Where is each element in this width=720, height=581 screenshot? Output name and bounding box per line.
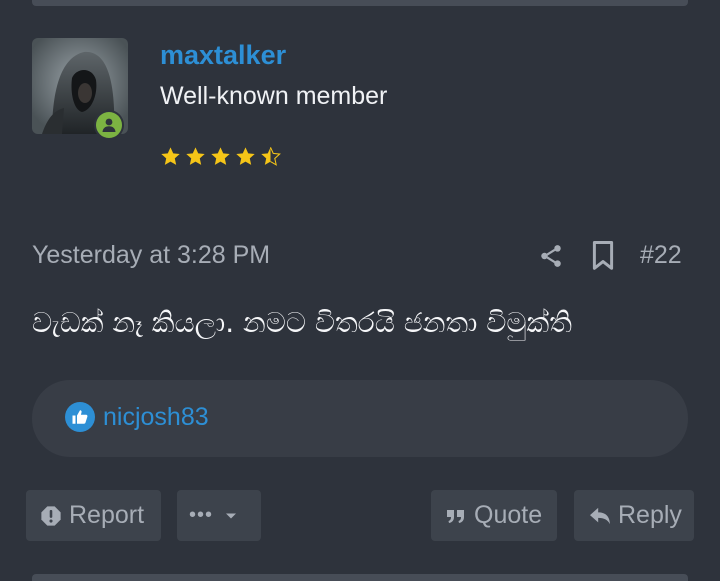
user-title: Well-known member: [160, 82, 388, 110]
user-icon: [102, 118, 116, 132]
star-icon: [236, 147, 255, 165]
quote-icon: [447, 509, 464, 523]
post-date[interactable]: Yesterday at 3:28 PM: [32, 241, 270, 270]
share-icon[interactable]: [538, 243, 564, 269]
reply-button[interactable]: Reply: [574, 490, 694, 541]
previous-post-divider: [32, 0, 688, 6]
report-button[interactable]: Report: [26, 490, 161, 541]
report-label: Report: [69, 501, 145, 529]
star-icon: [211, 147, 230, 165]
more-options-button[interactable]: •••: [177, 490, 261, 541]
like-reaction-icon: [65, 402, 95, 432]
online-status-indicator: [94, 110, 124, 140]
more-options-label: •••: [189, 504, 214, 526]
quote-button[interactable]: Quote: [431, 490, 557, 541]
quote-label: Quote: [474, 501, 543, 529]
reactions-bar: nicjosh83: [32, 380, 688, 457]
reply-label: Reply: [618, 501, 682, 529]
star-icon: [161, 147, 180, 165]
reply-icon: [590, 507, 610, 524]
post-number-link[interactable]: #22: [640, 241, 682, 270]
user-rating-stars: [160, 146, 281, 167]
half-star-icon: [261, 147, 281, 166]
reaction-user-link[interactable]: nicjosh83: [103, 403, 209, 432]
username-link[interactable]: maxtalker: [160, 40, 286, 71]
bookmark-icon[interactable]: [590, 240, 616, 272]
report-icon: [41, 505, 61, 526]
chevron-down-icon: [226, 513, 237, 518]
next-post-divider: [32, 574, 688, 581]
post-message: වැඩක් නෑ කියලා. නමට විතරයි ජනතා විමුක්ති: [32, 306, 573, 339]
star-icon: [186, 147, 205, 165]
